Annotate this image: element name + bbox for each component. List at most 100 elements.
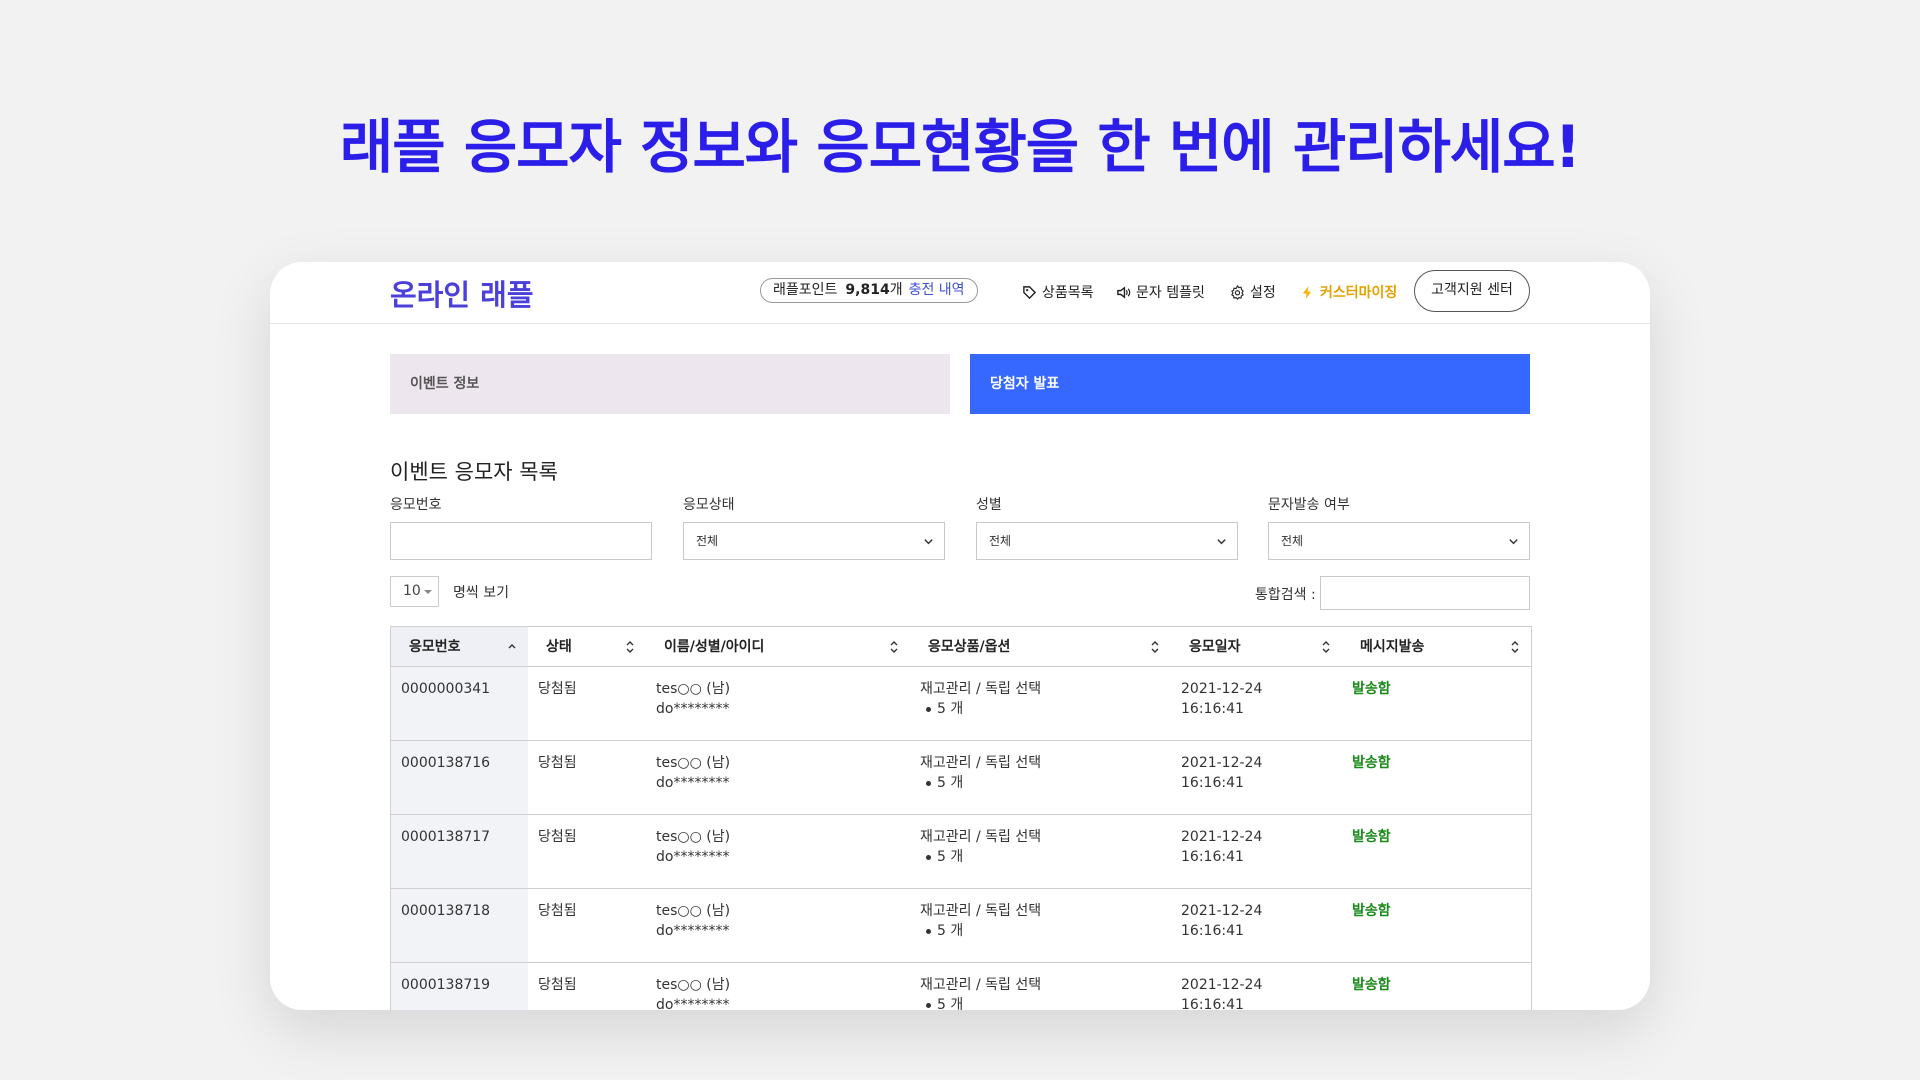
caret-down-icon (424, 590, 432, 594)
column-date-label: 응모일자 (1189, 639, 1241, 655)
nav-customize[interactable]: 커스터마이징 (1300, 282, 1397, 302)
points-unit: 개 (889, 282, 903, 298)
cell-entry-no: 0000000341 (391, 667, 528, 740)
entry-date: 2021-12-24 (1181, 977, 1263, 993)
applicant-name: tes○○ (남) (656, 681, 731, 697)
column-status-label: 상태 (546, 639, 572, 655)
gear-icon (1231, 284, 1244, 300)
nav-sms-template[interactable]: 문자 템플릿 (1116, 282, 1205, 302)
cell-sms-status: 발송함 (1352, 829, 1391, 845)
table-row[interactable]: 0000000341 당첨됨 tes○○ (남) do******** 재고관리 … (391, 667, 1531, 741)
cell-name: tes○○ (남) do******** (646, 889, 910, 962)
table-row[interactable]: 0000138717 당첨됨 tes○○ (남) do******** 재고관리 … (391, 815, 1531, 889)
nav-products-label: 상품목록 (1042, 285, 1094, 301)
sms-status-label: 문자발송 여부 (1268, 497, 1350, 513)
cell-status: 당첨됨 (538, 829, 577, 845)
cell-sms-status: 발송함 (1352, 977, 1391, 993)
gender-label: 성별 (976, 497, 1002, 513)
cell-date: 2021-12-24 16:16:41 (1171, 815, 1342, 888)
table-header: 응모번호 상태 이름/성별/아이디 응모상품/옵션 응모일자 메시지발송 (391, 627, 1531, 667)
nav-settings[interactable]: 설정 (1230, 282, 1276, 302)
entry-time: 16:16:41 (1181, 849, 1244, 865)
cell-sms-status: 발송함 (1352, 755, 1391, 771)
cell-sms-status: 발송함 (1352, 903, 1391, 919)
chevron-down-icon (1509, 539, 1518, 545)
support-center-button[interactable]: 고객지원 센터 (1414, 270, 1530, 312)
applicant-name: tes○○ (남) (656, 829, 731, 845)
sort-icon (1322, 641, 1330, 653)
applicant-name: tes○○ (남) (656, 977, 731, 993)
applicant-id: do******** (656, 775, 730, 791)
tag-icon (1023, 285, 1037, 299)
nav-products[interactable]: 상품목록 (1022, 282, 1094, 302)
nav-customize-label: 커스터마이징 (1320, 285, 1398, 301)
column-name-label: 이름/성별/아이디 (664, 639, 765, 655)
lightning-icon (1302, 285, 1312, 299)
search-label: 통합검색 : (1255, 587, 1316, 603)
gender-select-value: 전체 (989, 534, 1012, 548)
page-size-label: 명씩 보기 (453, 585, 509, 601)
cell-product: 재고관리 / 독립 선택 5 개 (910, 889, 1171, 962)
column-status[interactable]: 상태 (528, 627, 646, 666)
event-tabs: 이벤트 정보 당첨자 발표 (390, 354, 1530, 414)
page-size-value: 10 (403, 583, 421, 599)
entry-date: 2021-12-24 (1181, 829, 1263, 845)
entry-date: 2021-12-24 (1181, 681, 1263, 697)
column-name[interactable]: 이름/성별/아이디 (646, 627, 910, 666)
status-select[interactable]: 전체 (683, 522, 945, 560)
chevron-down-icon (1217, 539, 1226, 545)
page-size-select[interactable]: 10 (390, 576, 439, 607)
tab-event-info[interactable]: 이벤트 정보 (390, 354, 950, 414)
column-sms-label: 메시지발송 (1360, 639, 1425, 655)
applicant-name: tes○○ (남) (656, 903, 731, 919)
cell-status: 당첨됨 (538, 755, 577, 771)
nav-sms-template-label: 문자 템플릿 (1136, 285, 1205, 301)
cell-entry-no: 0000138717 (391, 815, 528, 888)
status-select-value: 전체 (696, 534, 719, 548)
app-logo[interactable]: 온라인 래플 (390, 272, 534, 314)
sort-icon (1511, 641, 1519, 653)
sort-icon (890, 641, 898, 653)
gender-select[interactable]: 전체 (976, 522, 1238, 560)
points-history-link[interactable]: 충전 내역 (909, 282, 965, 298)
cell-entry-no: 0000138716 (391, 741, 528, 814)
cell-product: 재고관리 / 독립 선택 5 개 (910, 741, 1171, 814)
table-row[interactable]: 0000138718 당첨됨 tes○○ (남) do******** 재고관리 … (391, 889, 1531, 963)
column-product[interactable]: 응모상품/옵션 (910, 627, 1171, 666)
sort-asc-icon (508, 644, 516, 649)
cell-date: 2021-12-24 16:16:41 (1171, 963, 1342, 1010)
cell-status: 당첨됨 (538, 977, 577, 993)
column-entry-no[interactable]: 응모번호 (391, 627, 528, 666)
sort-icon (1151, 641, 1159, 653)
applicant-id: do******** (656, 701, 730, 717)
product-option: 재고관리 / 독립 선택 (920, 977, 1042, 993)
product-option: 재고관리 / 독립 선택 (920, 755, 1042, 771)
cell-status: 당첨됨 (538, 681, 577, 697)
chevron-down-icon (924, 539, 933, 545)
app-window: 온라인 래플 래플포인트 9,814개 충전 내역 상품목록 문자 템플릿 설정 커… (270, 262, 1650, 1010)
applicant-id: do******** (656, 923, 730, 939)
tab-winner-announce[interactable]: 당첨자 발표 (970, 354, 1530, 414)
section-title: 이벤트 응모자 목록 (390, 460, 558, 484)
page-headline: 래플 응모자 정보와 응모현황을 한 번에 관리하세요! (339, 113, 1581, 181)
entry-no-input[interactable] (390, 522, 652, 560)
top-navigation-bar: 온라인 래플 래플포인트 9,814개 충전 내역 상품목록 문자 템플릿 설정 커… (270, 262, 1650, 324)
applicant-id: do******** (656, 849, 730, 865)
applicant-name: tes○○ (남) (656, 755, 731, 771)
column-date[interactable]: 응모일자 (1171, 627, 1342, 666)
cell-product: 재고관리 / 독립 선택 5 개 (910, 667, 1171, 740)
table-row[interactable]: 0000138716 당첨됨 tes○○ (남) do******** 재고관리 … (391, 741, 1531, 815)
cell-entry-no: 0000138719 (391, 963, 528, 1010)
entry-time: 16:16:41 (1181, 997, 1244, 1010)
table-row[interactable]: 0000138719 당첨됨 tes○○ (남) do******** 재고관리 … (391, 963, 1531, 1010)
search-input[interactable] (1320, 576, 1530, 610)
points-value: 9,814 (845, 282, 890, 298)
entry-date: 2021-12-24 (1181, 755, 1263, 771)
entry-time: 16:16:41 (1181, 775, 1244, 791)
sms-status-select[interactable]: 전체 (1268, 522, 1530, 560)
applicant-id: do******** (656, 997, 730, 1010)
sms-status-select-value: 전체 (1281, 534, 1304, 548)
cell-product: 재고관리 / 독립 선택 5 개 (910, 963, 1171, 1010)
column-sms[interactable]: 메시지발송 (1342, 627, 1531, 666)
product-quantity: 5 개 (920, 921, 1161, 941)
